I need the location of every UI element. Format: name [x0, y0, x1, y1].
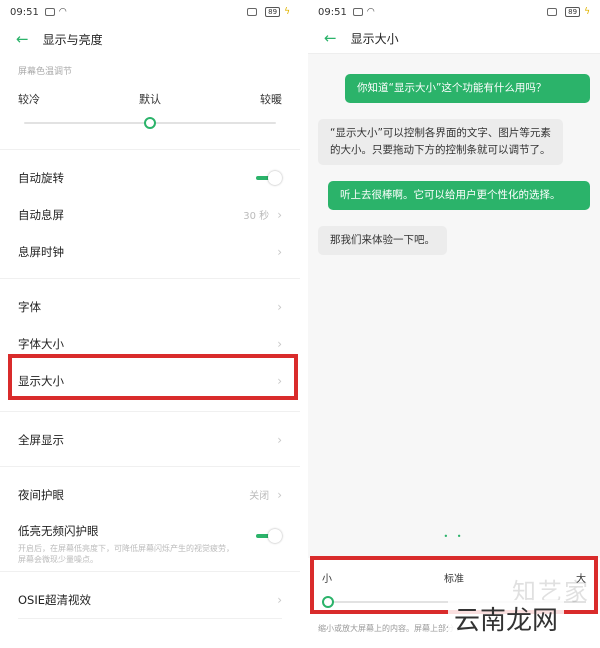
group-divider [0, 466, 300, 476]
battery-level: 89 [565, 7, 581, 17]
vibrate-icon [547, 8, 558, 16]
group-divider [0, 411, 300, 421]
font-label: 字体 [18, 299, 41, 314]
page-title: 显示与亮度 [42, 32, 103, 47]
dc-dimming-toggle[interactable] [256, 529, 282, 543]
chevron-right-icon: › [277, 487, 282, 502]
chevron-right-icon: › [277, 244, 282, 259]
charging-icon: ϟ [584, 7, 590, 17]
color-temp-section-label: 屏幕色温调节 [18, 67, 73, 77]
osie-row[interactable]: OSIE超清视效 › [0, 581, 300, 618]
night-mode-value: 关闭 [249, 491, 270, 502]
auto-lock-value: 30 秒 [243, 211, 270, 222]
font-row[interactable]: 字体 › [0, 288, 300, 325]
chat-bubble-sent: 你知道“显示大小”这个功能有什么用吗？ [345, 74, 590, 103]
title-bar: ← 显示与亮度 [0, 24, 300, 54]
night-mode-label: 夜间护眼 [18, 487, 64, 502]
status-time: 09:51 [10, 6, 39, 18]
notification-icon [352, 8, 363, 16]
page-indicator: • • [443, 532, 465, 541]
display-size-highlight-box [8, 354, 298, 400]
back-arrow-icon[interactable]: ← [324, 31, 337, 46]
status-bar: 09:51 ◠ 89 ϟ [0, 0, 300, 24]
chevron-right-icon: › [277, 207, 282, 222]
font-size-label: 字体大小 [18, 336, 64, 351]
chevron-right-icon: › [277, 592, 282, 607]
row-divider [18, 618, 282, 619]
auto-rotate-toggle[interactable] [256, 170, 282, 185]
chat-bubble-received: 那我们来体验一下吧。 [318, 226, 447, 255]
wifi-icon: ◠ [366, 7, 375, 17]
status-bar: 09:51 ◠ 89 ϟ [308, 0, 600, 24]
night-mode-row[interactable]: 夜间护眼 关闭 › [0, 476, 300, 513]
chat-bubble-sent: 听上去很棒啊。它可以给用户更个性化的选择。 [328, 181, 590, 210]
display-size-screen: 09:51 ◠ 89 ϟ ← 显示大小 你知道“显示大小”这个功能有什么用吗？ … [308, 0, 600, 648]
panel-divider [300, 0, 308, 648]
chat-bubble-received: “显示大小”可以控制各界面的文字、图片等元素的大小。只要拖动下方的控制条就可以调… [318, 119, 563, 165]
battery-level: 89 [265, 7, 281, 17]
page-title: 显示大小 [350, 32, 399, 46]
color-temp-scale: 较冷 默认 较暖 [0, 91, 300, 107]
auto-lock-label: 自动息屏 [18, 207, 64, 222]
dc-dimming-label: 低亮无频闪护眼 [18, 524, 99, 538]
full-screen-row[interactable]: 全屏显示 › [0, 421, 300, 458]
dc-dimming-description: 开启后，在屏幕低亮度下，可降低屏幕闪烁产生的视觉疲劳，屏幕会微现少量噪点。 [18, 544, 234, 564]
color-temp-cold-label: 较冷 [18, 93, 40, 106]
charging-icon: ϟ [284, 7, 290, 17]
chevron-right-icon: › [277, 432, 282, 447]
wifi-icon: ◠ [58, 7, 67, 17]
color-temp-default-label: 默认 [139, 93, 161, 106]
chevron-right-icon: › [277, 299, 282, 314]
dc-dimming-row[interactable]: 低亮无频闪护眼 开启后，在屏幕低亮度下，可降低屏幕闪烁产生的视觉疲劳，屏幕会微现… [0, 513, 300, 565]
auto-lock-row[interactable]: 自动息屏 30 秒 › [0, 196, 300, 233]
color-temp-warm-label: 较暖 [260, 93, 282, 106]
full-screen-label: 全屏显示 [18, 432, 64, 447]
osie-label: OSIE超清视效 [18, 592, 92, 607]
lock-clock-label: 息屏时钟 [18, 244, 64, 259]
auto-rotate-label: 自动旋转 [18, 170, 64, 185]
group-divider [0, 149, 300, 159]
back-arrow-icon[interactable]: ← [16, 31, 29, 47]
watermark-bottom: 云南龙网 [447, 600, 564, 637]
notification-icon [44, 8, 55, 16]
preview-chat: 你知道“显示大小”这个功能有什么用吗？ “显示大小”可以控制各界面的文字、图片等… [308, 54, 600, 271]
group-divider [0, 278, 300, 288]
lock-clock-row[interactable]: 息屏时钟 › [0, 233, 300, 270]
auto-rotate-row[interactable]: 自动旋转 [0, 159, 300, 196]
title-bar: ← 显示大小 [308, 24, 600, 54]
group-divider [0, 571, 300, 581]
status-time: 09:51 [318, 6, 347, 18]
chevron-right-icon: › [277, 336, 282, 351]
color-temp-slider[interactable] [24, 115, 276, 131]
display-brightness-screen: 09:51 ◠ 89 ϟ ← 显示与亮度 屏幕色温调节 较冷 默认 较暖 自动旋… [0, 0, 300, 648]
color-temp-knob[interactable] [144, 117, 156, 129]
vibrate-icon [247, 8, 258, 16]
